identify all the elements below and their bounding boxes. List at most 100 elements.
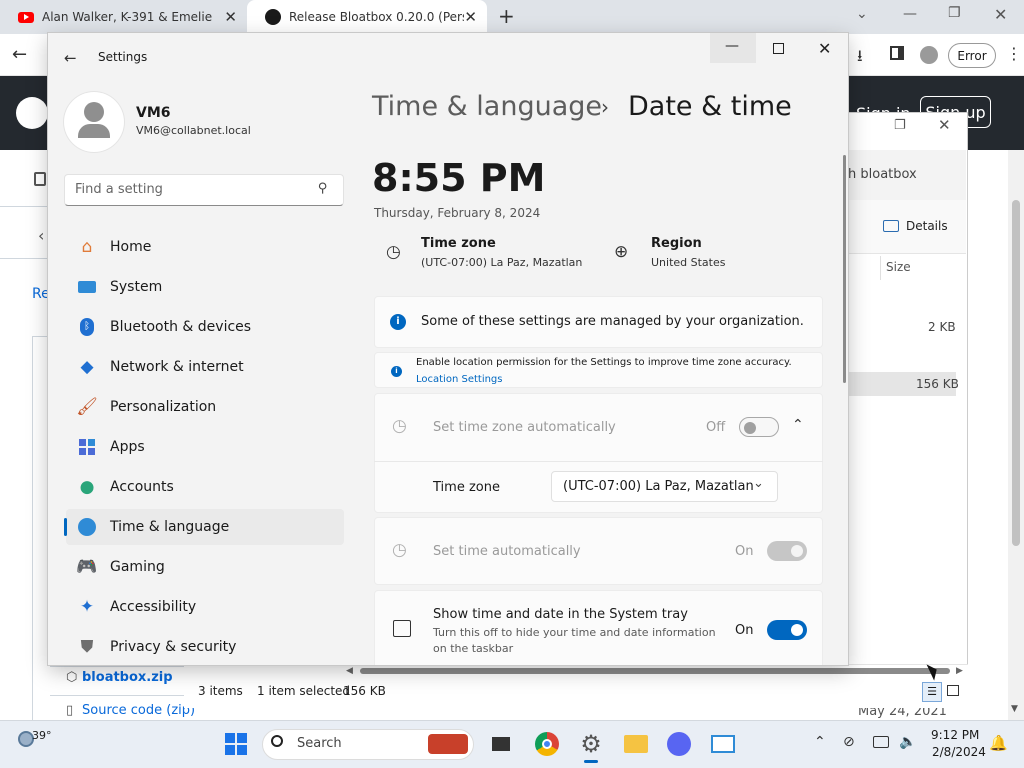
remote-desktop-icon[interactable] [710,731,736,757]
close-icon[interactable]: ✕ [938,116,951,134]
new-tab-button[interactable]: + [498,4,515,28]
location-settings-link[interactable]: Location Settings [416,374,503,385]
close-tab-icon[interactable]: ✕ [224,8,237,26]
set-time-auto-label: Set time automatically [433,544,581,559]
sidebar-item-personalization[interactable]: 🖌 Personalization [66,389,344,425]
set-timezone-auto-label: Set time zone automatically [433,420,616,435]
download-icon[interactable]: ⭳ [857,45,863,72]
set-timezone-auto-toggle[interactable] [739,417,779,437]
file-size: 2 KB [928,320,956,334]
profile-avatar-icon[interactable] [920,46,938,64]
back-arrow-icon[interactable]: ← [64,49,77,67]
maximize-icon[interactable] [773,43,784,54]
file-size: 156 KB [916,377,959,391]
chevron-left-icon[interactable]: ‹ [38,226,44,245]
home-icon: ⌂ [81,237,93,257]
zip-icon: ▯ [66,703,74,718]
location-notice-text: Enable location permission for the Setti… [416,357,792,368]
chevron-up-icon[interactable]: ⌃ [814,734,826,750]
breadcrumb-parent[interactable]: Time & language [372,91,602,122]
timezone-value: (UTC-07:00) La Paz, Mazatlan [421,256,583,269]
systray-state: On [735,623,754,638]
back-arrow-icon[interactable]: ← [12,44,27,65]
search-highlight-icon [428,734,468,754]
settings-scrollbar-thumb[interactable] [843,155,846,383]
chrome-icon[interactable] [534,731,560,757]
discord-icon[interactable] [666,731,692,757]
region-globe-icon: ⊕ [614,242,629,262]
sidebar-item-gaming[interactable]: 🎮 Gaming [66,549,344,585]
more-menu-icon[interactable]: ⋮ [1006,44,1022,63]
chevron-up-icon[interactable]: ⌃ [792,417,804,433]
close-tab-icon[interactable]: ✕ [464,8,477,26]
user-name: VM6 [136,105,171,121]
tiles-view-icon[interactable] [947,685,959,696]
display-icon[interactable] [873,736,889,748]
tab-search-icon[interactable]: ⌄ [856,6,868,22]
details-view-icon[interactable]: ☰ [922,682,942,702]
task-view-icon[interactable] [488,731,514,757]
user-email: VM6@collabnet.local [136,124,251,137]
divider [0,206,48,207]
sidebar-item-privacy[interactable]: ⛊ Privacy & security [66,629,344,665]
status-selected: 1 item selected [257,684,351,698]
divider [374,461,823,462]
browser-tab-youtube[interactable]: Alan Walker, K-391 & Emelie Ho ✕ [0,0,247,34]
set-timezone-auto-state: Off [706,420,726,435]
asset-link-bloatbox-zip[interactable]: bloatbox.zip [82,670,173,685]
brush-icon: 🖌 [76,397,98,417]
volume-icon[interactable]: 🔈 [899,734,916,750]
sidebar-item-label: Apps [110,439,145,455]
settings-gear-icon[interactable]: ⚙ [578,730,604,758]
sidebar-item-network[interactable]: ◆ Network & internet [66,349,344,385]
error-button[interactable]: Error [948,43,996,68]
sidebar-item-accounts[interactable]: ● Accounts [66,469,344,505]
restore-icon[interactable]: ❐ [894,118,906,133]
tab-title: Alan Walker, K-391 & Emelie Ho [42,10,217,24]
page-scrollbar-thumb[interactable] [1012,200,1020,546]
systray-toggle[interactable] [767,620,807,640]
taskbar-time[interactable]: 9:12 PM [931,728,979,742]
sidebar-item-home[interactable]: ⌂ Home [66,229,344,265]
sidebar-item-label: Home [110,239,152,255]
minimize-icon[interactable]: — [903,6,917,22]
divider [0,258,48,259]
explorer-search-box[interactable]: h bloatbox [848,167,917,182]
sidebar-item-accessibility[interactable]: ✦ Accessibility [66,589,344,625]
status-items: 3 items [198,684,243,698]
notification-bell-icon[interactable]: 🔔 [989,734,1008,752]
file-explorer-icon[interactable] [623,731,649,757]
details-pane-icon[interactable] [883,220,899,232]
region-value: United States [651,256,726,269]
package-icon: ⬡ [66,670,78,685]
bluetooth-icon: ᛒ [76,316,98,338]
chevron-down-icon: ⌄ [753,476,764,491]
horizontal-scrollbar-thumb[interactable] [360,668,950,674]
windows-start-icon[interactable] [223,731,249,757]
settings-close-icon[interactable]: ✕ [818,39,831,58]
calendar-clock-icon [393,620,411,637]
restore-icon[interactable]: ❐ [948,5,961,21]
scroll-left-arrow-icon[interactable]: ◀ [346,666,353,676]
asset-link-source-code[interactable]: Source code (zip) [82,703,195,718]
current-date: Thursday, February 8, 2024 [374,206,541,220]
sidebar-item-bluetooth[interactable]: ᛒ Bluetooth & devices [66,309,344,345]
avatar[interactable] [64,92,124,152]
search-icon[interactable]: ⚲ [318,181,328,196]
github-logo-icon[interactable] [16,97,48,129]
network-icon[interactable]: ⊘ [843,734,855,750]
sidebar-icon[interactable] [890,46,904,60]
column-divider [880,256,881,280]
sidebar-item-apps[interactable]: Apps [66,429,344,465]
browser-tab-github[interactable]: Release Bloatbox 0.20.0 (Perseus ✕ [247,0,487,34]
sidebar-item-system[interactable]: System [66,269,344,305]
taskbar-date[interactable]: 2/8/2024 [932,745,986,759]
details-button[interactable]: Details [906,219,948,233]
close-icon[interactable]: ✕ [994,5,1007,24]
set-time-auto-state: On [735,544,754,559]
size-column-header[interactable]: Size [886,260,911,274]
scroll-right-arrow-icon[interactable]: ▶ [956,666,963,676]
set-time-auto-toggle[interactable] [767,541,807,561]
scroll-down-arrow-icon[interactable]: ▼ [1011,704,1018,714]
sidebar-item-time-language[interactable]: Time & language [66,509,344,545]
